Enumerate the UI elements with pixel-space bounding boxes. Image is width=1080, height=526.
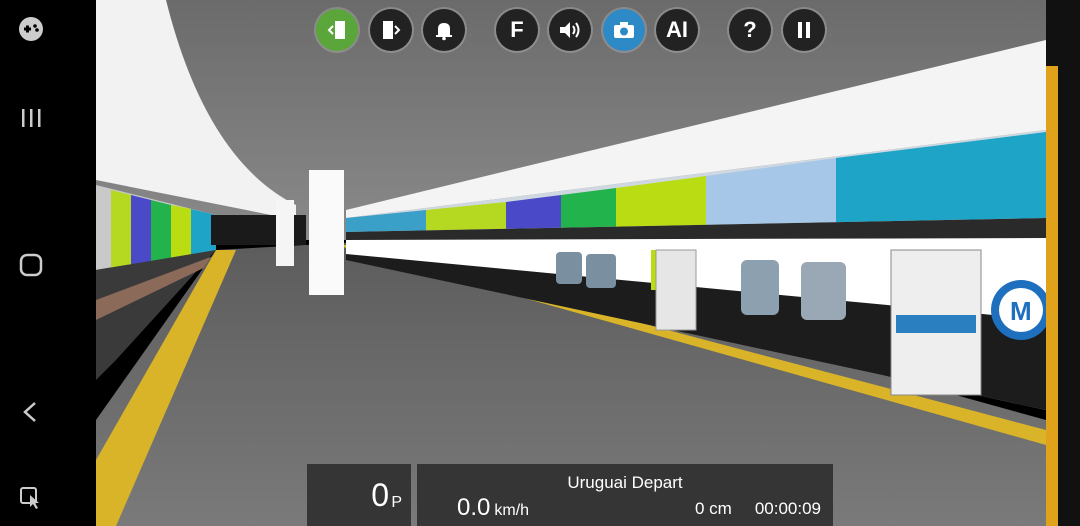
station-scene: M: [96, 0, 1046, 526]
camera-icon: [614, 22, 634, 38]
speaker-icon: [560, 22, 580, 38]
help-button[interactable]: ?: [729, 9, 771, 51]
status-panel: Uruguai Depart 0.0 km/h 0 cm 00:00:09: [417, 464, 833, 526]
back-icon[interactable]: [14, 395, 48, 429]
door-left-icon: [327, 21, 345, 39]
pause-button[interactable]: [783, 9, 825, 51]
help-button-label: ?: [743, 17, 757, 42]
distance-readout: 0 cm: [695, 499, 732, 518]
sound-button[interactable]: [549, 9, 591, 51]
timer-readout: 00:00:09: [754, 499, 821, 518]
gamepad-icon[interactable]: [14, 12, 48, 46]
ai-button-label: AI: [666, 17, 688, 42]
f-button-label: F: [510, 17, 524, 42]
door-left-button[interactable]: [316, 9, 358, 51]
ai-button[interactable]: AI: [656, 9, 698, 51]
svg-text:M: M: [1010, 296, 1032, 326]
recent-apps-icon[interactable]: [14, 101, 48, 135]
station-label: Uruguai Depart: [567, 473, 683, 492]
power-unit: P: [391, 494, 402, 511]
f-button[interactable]: F: [496, 9, 538, 51]
home-icon[interactable]: [14, 248, 48, 282]
speed-value: 0.0: [457, 494, 491, 521]
bell-button[interactable]: [423, 9, 465, 51]
screen-touch-icon[interactable]: [14, 481, 48, 515]
door-right-icon: [383, 21, 401, 39]
camera-button[interactable]: [603, 9, 645, 51]
power-panel: 0 P: [307, 464, 411, 526]
scroll-indicator[interactable]: [1046, 66, 1058, 526]
game-viewport[interactable]: M: [96, 0, 1046, 526]
door-right-button[interactable]: [370, 9, 412, 51]
power-value: 0: [371, 477, 389, 513]
pause-icon: [798, 22, 810, 38]
speed-unit: km/h: [494, 502, 530, 519]
bell-icon: [436, 23, 452, 41]
speed-readout: 0.0 km/h: [457, 494, 529, 522]
system-nav-bar: [0, 0, 96, 526]
